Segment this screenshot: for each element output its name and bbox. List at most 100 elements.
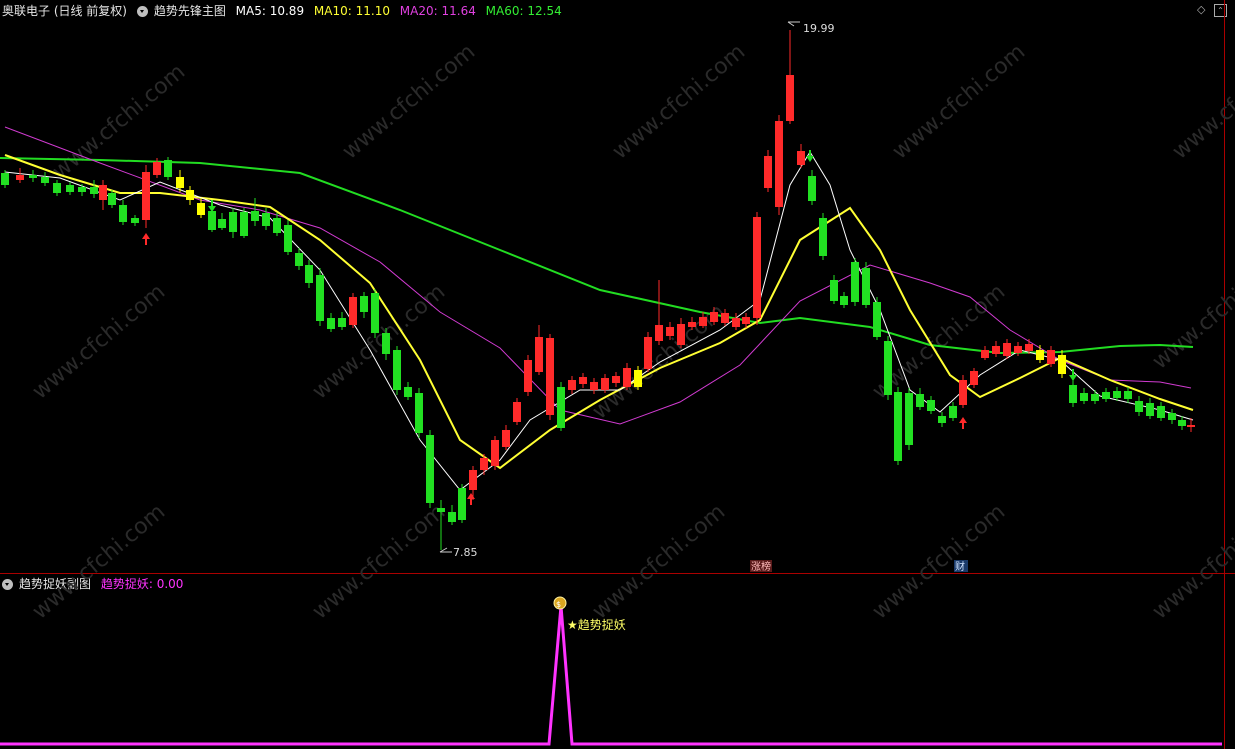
candle-body[interactable] (99, 185, 107, 200)
candle-body[interactable] (1, 173, 9, 185)
candle-body[interactable] (894, 392, 902, 461)
candle-body[interactable] (938, 416, 946, 423)
candle-body[interactable] (992, 346, 1000, 354)
candle-body[interactable] (458, 488, 466, 520)
candle-body[interactable] (873, 302, 881, 337)
candle-body[interactable] (732, 318, 740, 327)
candle-body[interactable] (338, 318, 346, 327)
candle-body[interactable] (764, 156, 772, 188)
candle-body[interactable] (393, 350, 401, 390)
candle-body[interactable] (229, 212, 237, 232)
candle-body[interactable] (601, 378, 609, 390)
candle-body[interactable] (666, 327, 674, 336)
candle-body[interactable] (623, 368, 631, 387)
candle-body[interactable] (688, 322, 696, 327)
candle-body[interactable] (197, 203, 205, 215)
candle-body[interactable] (305, 265, 313, 283)
candle-body[interactable] (1187, 425, 1195, 427)
candle-body[interactable] (153, 162, 161, 175)
candle-body[interactable] (176, 177, 184, 188)
candle-body[interactable] (775, 121, 783, 207)
candle-body[interactable] (208, 211, 216, 230)
candle-body[interactable] (502, 430, 510, 447)
candle-body[interactable] (1168, 413, 1176, 420)
candle-body[interactable] (959, 380, 967, 405)
candle-body[interactable] (655, 325, 663, 341)
candle-body[interactable] (797, 151, 805, 165)
candle-body[interactable] (491, 440, 499, 466)
candle-body[interactable] (1091, 394, 1099, 401)
candle-body[interactable] (851, 262, 859, 302)
candle-body[interactable] (349, 297, 357, 325)
candle-body[interactable] (119, 205, 127, 222)
candle-body[interactable] (699, 317, 707, 326)
candle-body[interactable] (218, 219, 226, 228)
candle-body[interactable] (295, 253, 303, 266)
candle-body[interactable] (710, 312, 718, 322)
candle-body[interactable] (66, 185, 74, 192)
candle-body[interactable] (1135, 401, 1143, 412)
candle-body[interactable] (1069, 385, 1077, 403)
candle-body[interactable] (884, 341, 892, 395)
candle-body[interactable] (469, 470, 477, 490)
zhangting-tag[interactable]: 涨榜 (751, 560, 771, 573)
candle-body[interactable] (29, 175, 37, 178)
candle-body[interactable] (41, 177, 49, 183)
candle-body[interactable] (273, 218, 281, 233)
candle-body[interactable] (927, 400, 935, 411)
candle-body[interactable] (1047, 350, 1055, 364)
candle-body[interactable] (1124, 391, 1132, 399)
candle-body[interactable] (677, 324, 685, 345)
candle-body[interactable] (316, 275, 324, 321)
candle-body[interactable] (371, 293, 379, 333)
price-chart[interactable]: www.cfchi.com www.cfchi.com www.cfchi.com w… (0, 0, 1235, 749)
candle-body[interactable] (142, 172, 150, 220)
candle-body[interactable] (360, 296, 368, 312)
candle-body[interactable] (612, 376, 620, 383)
candle-body[interactable] (251, 211, 259, 221)
candle-body[interactable] (721, 313, 729, 323)
candle-body[interactable] (480, 458, 488, 470)
candle-body[interactable] (415, 393, 423, 433)
candle-body[interactable] (437, 508, 445, 512)
candle-body[interactable] (535, 337, 543, 372)
candle-body[interactable] (404, 387, 412, 397)
candle-body[interactable] (513, 402, 521, 422)
candle-body[interactable] (590, 382, 598, 390)
candle-body[interactable] (1113, 391, 1121, 398)
candle-body[interactable] (327, 318, 335, 329)
candle-body[interactable] (1036, 350, 1044, 360)
candle-body[interactable] (634, 370, 642, 387)
candle-body[interactable] (1157, 406, 1165, 418)
cai-tag[interactable]: 财 (955, 560, 965, 573)
candle-body[interactable] (949, 406, 957, 418)
candle-body[interactable] (426, 435, 434, 503)
candle-body[interactable] (1058, 355, 1066, 374)
candle-body[interactable] (1080, 393, 1088, 401)
candle-body[interactable] (1146, 403, 1154, 416)
candle-body[interactable] (186, 190, 194, 200)
candle-body[interactable] (382, 333, 390, 354)
candle-body[interactable] (830, 280, 838, 301)
candle-body[interactable] (131, 218, 139, 223)
candle-body[interactable] (90, 187, 98, 194)
candle-body[interactable] (981, 350, 989, 358)
candle-body[interactable] (557, 387, 565, 428)
candle-body[interactable] (753, 217, 761, 318)
candle-body[interactable] (786, 75, 794, 121)
candle-body[interactable] (1025, 344, 1033, 351)
candle-body[interactable] (916, 394, 924, 407)
candle-body[interactable] (1102, 392, 1110, 399)
candle-body[interactable] (1014, 346, 1022, 353)
candle-body[interactable] (78, 187, 86, 192)
candle-body[interactable] (808, 176, 816, 201)
candle-body[interactable] (970, 371, 978, 385)
candle-body[interactable] (284, 225, 292, 252)
candle-body[interactable] (644, 337, 652, 369)
candle-body[interactable] (568, 380, 576, 390)
candle-body[interactable] (905, 393, 913, 445)
candle-body[interactable] (1003, 343, 1011, 356)
candle-body[interactable] (108, 193, 116, 205)
candle-body[interactable] (862, 268, 870, 305)
candle-body[interactable] (262, 213, 270, 226)
